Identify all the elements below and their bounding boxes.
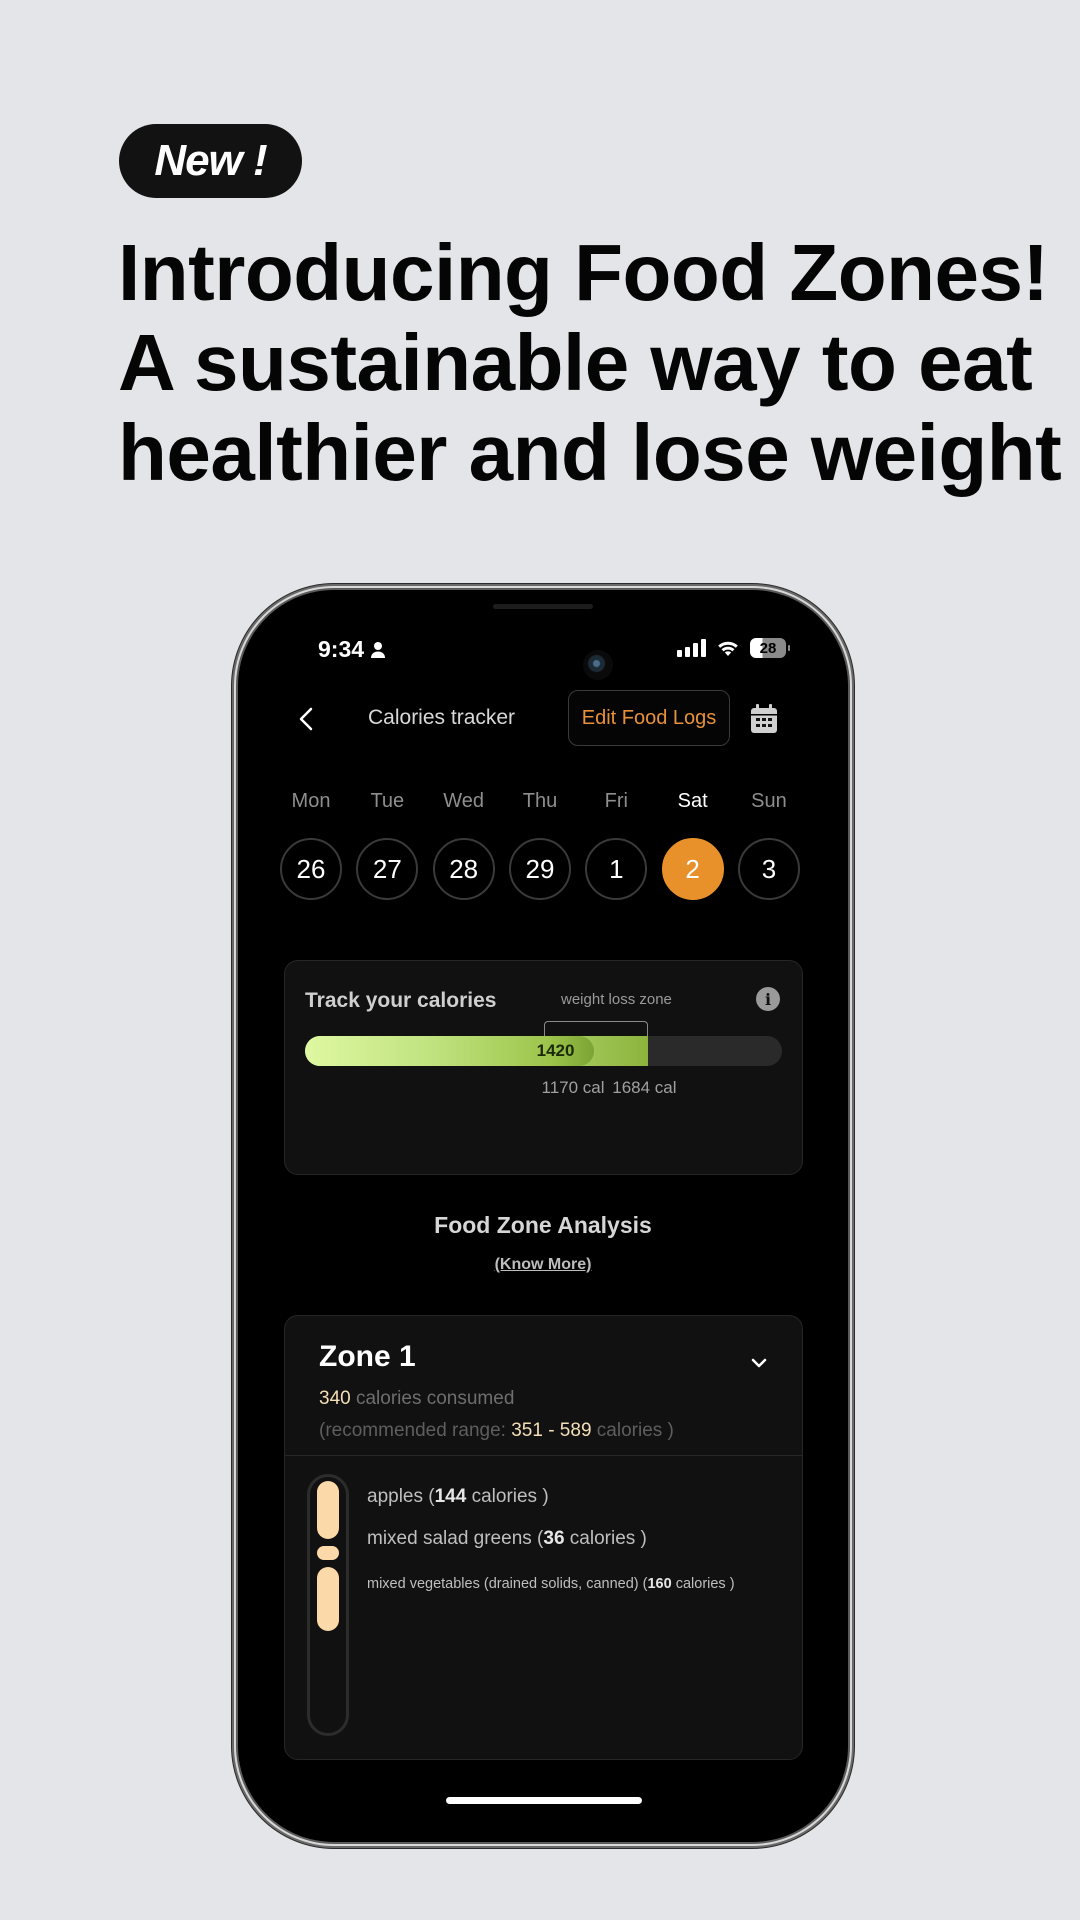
food-calories: 144	[434, 1486, 467, 1507]
food-calories: 160	[647, 1576, 672, 1592]
day-label: Wed	[443, 790, 485, 812]
day-date[interactable]: 3	[737, 838, 800, 900]
calorie-progress-bar: 1420	[305, 1036, 782, 1066]
zone-title: Zone 1	[319, 1340, 416, 1373]
food-item: mixed vegetables (drained solids, canned…	[367, 1576, 735, 1592]
day-fri[interactable]: Fri 1	[585, 790, 648, 900]
range-value: 351 - 589	[511, 1420, 592, 1441]
day-date[interactable]: 29	[508, 838, 571, 900]
zone-consumed: 340 calories consumed	[319, 1388, 514, 1410]
day-label: Thu	[522, 790, 558, 812]
food-item: apples (144 calories )	[367, 1486, 549, 1508]
info-icon[interactable]: i	[756, 987, 780, 1011]
day-label: Sat	[677, 790, 708, 812]
food-item: mixed salad greens (36 calories )	[367, 1528, 647, 1550]
home-indicator[interactable]	[446, 1797, 642, 1804]
day-date[interactable]: 1	[585, 838, 648, 900]
page-title: Calories tracker	[368, 706, 516, 729]
week-selector: Mon 26 Tue 27 Wed 28 Thu 29 Fri 1 Sat 2 Sun 3	[280, 790, 800, 900]
zone-meter	[307, 1474, 349, 1736]
know-more-link[interactable]: (Know More)	[238, 1256, 848, 1274]
zone-min-label: 1170 cal	[541, 1078, 605, 1097]
status-indicators: 28	[677, 638, 790, 658]
food-name: apples (	[367, 1486, 435, 1507]
track-title: Track your calories	[305, 989, 497, 1012]
track-calories-card: Track your calories weight loss zone i 1…	[284, 960, 803, 1175]
promo-headline: Introducing Food Zones! A sustainable wa…	[118, 228, 1062, 498]
day-label: Mon	[291, 790, 331, 812]
cellular-signal-icon	[677, 639, 706, 657]
meter-segment-vegetables	[317, 1567, 339, 1631]
day-date[interactable]: 28	[432, 838, 495, 900]
day-tue[interactable]: Tue 27	[356, 790, 419, 900]
food-suffix: calories )	[466, 1486, 549, 1507]
day-date[interactable]: 2	[661, 838, 724, 900]
day-date[interactable]: 27	[356, 838, 419, 900]
calendar-icon[interactable]	[750, 704, 778, 734]
edit-food-logs-button[interactable]: Edit Food Logs	[568, 690, 730, 746]
weight-loss-zone-label: weight loss zone	[561, 991, 672, 1008]
day-wed[interactable]: Wed 28	[432, 790, 495, 900]
zone-consumed-suffix: calories consumed	[350, 1388, 515, 1409]
zone-consumed-value: 340	[319, 1388, 351, 1409]
chevron-left-icon[interactable]	[292, 704, 322, 734]
range-prefix: (recommended range:	[319, 1420, 512, 1441]
meter-segment-apples	[317, 1481, 339, 1539]
food-suffix: calories )	[671, 1576, 735, 1592]
phone-mockup: 9:34 28 Calories tracker Edit Food Logs …	[238, 590, 848, 1842]
zone-header[interactable]: Zone 1 340 calories consumed (recommende…	[285, 1316, 802, 1456]
day-label: Fri	[604, 790, 628, 812]
front-camera	[583, 650, 613, 680]
battery-level: 28	[759, 639, 777, 657]
chevron-down-icon[interactable]	[748, 1352, 770, 1374]
food-suffix: calories )	[564, 1528, 647, 1549]
day-label: Sun	[751, 790, 787, 812]
zone-max-label: 1684 cal	[612, 1078, 677, 1097]
zone-1-card: Zone 1 340 calories consumed (recommende…	[284, 1315, 803, 1760]
consumed-value: 1420	[536, 1041, 575, 1060]
day-date[interactable]: 26	[280, 838, 342, 900]
food-calories: 36	[543, 1528, 565, 1549]
food-name: mixed salad greens (	[367, 1528, 544, 1549]
day-thu[interactable]: Thu 29	[508, 790, 571, 900]
headline-line-2: A sustainable way to eat	[118, 318, 1033, 407]
status-time: 9:34	[318, 636, 386, 663]
nav-bar: Calories tracker Edit Food Logs	[238, 690, 848, 750]
meter-segment-salad-greens	[317, 1546, 339, 1560]
food-name: mixed vegetables (drained solids, canned…	[367, 1576, 648, 1592]
zone-recommended-range: (recommended range: 351 - 589 calories )	[319, 1420, 674, 1442]
headline-line-3: healthier and lose weight	[118, 408, 1062, 497]
wifi-icon	[718, 641, 738, 656]
headline-line-1: Introducing Food Zones!	[118, 228, 1049, 317]
status-time-text: 9:34	[318, 636, 365, 662]
day-sat-selected[interactable]: Sat 2	[661, 790, 724, 900]
day-mon[interactable]: Mon 26	[280, 790, 342, 900]
person-icon	[371, 641, 386, 658]
range-suffix: calories )	[591, 1420, 674, 1441]
battery-icon: 28	[750, 638, 790, 658]
phone-speaker	[493, 604, 593, 609]
bar-consumed-fill: 1420	[305, 1036, 595, 1066]
new-badge: New !	[119, 124, 302, 198]
day-label: Tue	[370, 790, 405, 812]
day-sun[interactable]: Sun 3	[737, 790, 800, 900]
food-zone-analysis-title: Food Zone Analysis	[434, 1212, 652, 1238]
